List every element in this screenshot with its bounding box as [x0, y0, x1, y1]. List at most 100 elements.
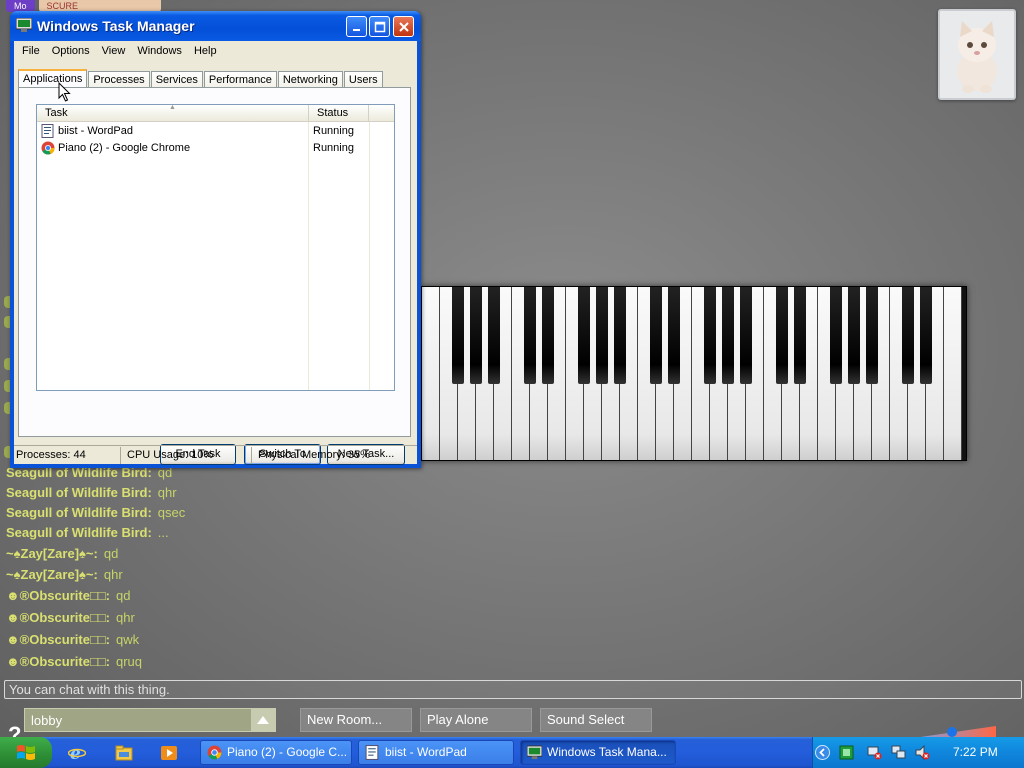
piano-black-key[interactable]	[596, 287, 608, 384]
maximize-icon	[374, 21, 385, 32]
triangle-up-icon[interactable]	[251, 709, 275, 731]
task-name: Piano (2) - Google Chrome	[58, 141, 191, 154]
status-cpu-usage: CPU Usage: 10%	[121, 446, 252, 464]
chat-line: ☻®Obscurite□□: qhr	[6, 610, 135, 625]
chrome-icon	[207, 745, 222, 760]
sort-arrow-icon: ▲	[169, 104, 176, 111]
minimize-button[interactable]	[346, 16, 367, 37]
table-row[interactable]: Piano (2) - Google Chrome Running	[37, 139, 394, 156]
piano-black-key[interactable]	[650, 287, 662, 384]
piano-black-key[interactable]	[920, 287, 932, 384]
piano-white-key[interactable]	[422, 287, 440, 460]
task-status: Running	[313, 141, 354, 154]
tray-expand-icon[interactable]	[815, 745, 830, 760]
menu-windows[interactable]: Windows	[131, 45, 188, 57]
folder-icon[interactable]	[115, 744, 133, 762]
menu-options[interactable]: Options	[46, 45, 96, 57]
piano-black-key[interactable]	[524, 287, 536, 384]
piano-black-key[interactable]	[470, 287, 482, 384]
play-alone-button[interactable]: Play Alone	[420, 708, 532, 732]
room-select[interactable]: lobby	[24, 708, 276, 732]
task-manager-window: Windows Task Manager File Options View W…	[10, 11, 421, 468]
chat-message: qhr	[157, 485, 177, 500]
system-tray: 7:22 PM	[812, 737, 1024, 768]
menu-file[interactable]: File	[16, 45, 46, 57]
sound-select-button[interactable]: Sound Select	[540, 708, 652, 732]
chat-line: ~♠Zay[Zare]♠~: qhr	[6, 567, 123, 582]
column-header-task-label: Task	[45, 107, 68, 119]
chat-username: ~♠Zay[Zare]♠~:	[6, 546, 98, 561]
chat-message: qhr	[115, 610, 135, 625]
piano-black-key[interactable]	[704, 287, 716, 384]
room-select-value: lobby	[31, 712, 63, 728]
column-divider	[308, 122, 309, 390]
task-status: Running	[313, 124, 354, 137]
piano-black-key[interactable]	[902, 287, 914, 384]
new-room-button[interactable]: New Room...	[300, 708, 412, 732]
media-player-icon[interactable]	[160, 744, 178, 762]
chat-username: Seagull of Wildlife Bird:	[6, 505, 152, 520]
start-button[interactable]	[0, 737, 52, 768]
table-row[interactable]: biist - WordPad Running	[37, 122, 394, 139]
tab-strip: Applications Processes Services Performa…	[18, 68, 384, 90]
taskbar-item-task-manager[interactable]: Windows Task Mana...	[520, 740, 676, 765]
chat-message: qruq	[115, 654, 143, 669]
maximize-button[interactable]	[369, 16, 390, 37]
chat-line: Seagull of Wildlife Bird: qsec	[6, 505, 185, 520]
list-header: ▲ Task Status	[37, 104, 394, 122]
volume-knob	[947, 727, 957, 737]
chat-input[interactable]	[4, 680, 1022, 699]
piano-black-key[interactable]	[776, 287, 788, 384]
volume-muted-icon[interactable]	[915, 745, 930, 760]
piano-keyboard[interactable]	[421, 286, 967, 461]
status-bar: Processes: 44 CPU Usage: 10% Physical Me…	[14, 445, 417, 464]
network-error-icon[interactable]	[867, 745, 882, 760]
window-title: Windows Task Manager	[37, 18, 195, 34]
window-body: File Options View Windows Help Applicati…	[14, 41, 417, 465]
windows-logo-icon	[17, 744, 35, 760]
column-header-task[interactable]: ▲ Task	[37, 104, 309, 121]
kitten-image	[957, 20, 997, 93]
taskbar-item-label: Piano (2) - Google C...	[227, 745, 348, 759]
chat-message: qwk	[115, 632, 140, 647]
chat-username: Seagull of Wildlife Bird:	[6, 525, 152, 540]
mouse-cursor-icon	[58, 82, 71, 102]
green-app-icon[interactable]	[839, 745, 854, 760]
network-connection-icon[interactable]	[891, 745, 906, 760]
piano-black-key[interactable]	[830, 287, 842, 384]
chat-username: ☻®Obscurite□□:	[6, 610, 110, 625]
chat-message: qd	[115, 588, 131, 603]
taskbar-item-wordpad[interactable]: biist - WordPad	[358, 740, 514, 765]
piano-black-key[interactable]	[488, 287, 500, 384]
piano-black-key[interactable]	[614, 287, 626, 384]
piano-black-key[interactable]	[542, 287, 554, 384]
column-header-status[interactable]: Status	[309, 105, 369, 121]
title-bar[interactable]: Windows Task Manager	[10, 11, 421, 41]
chat-username: ☻®Obscurite□□:	[6, 632, 110, 647]
status-physical-memory: Physical Memory: 35%	[258, 448, 370, 461]
chat-line: Seagull of Wildlife Bird: qhr	[6, 485, 177, 500]
applications-panel: ▲ Task Status biist - WordPad Running Pi…	[18, 87, 411, 465]
menu-help[interactable]: Help	[188, 45, 223, 57]
menu-view[interactable]: View	[96, 45, 132, 57]
piano-white-key[interactable]	[944, 287, 962, 460]
taskmgr-icon	[16, 18, 32, 32]
taskbar-item-chrome[interactable]: Piano (2) - Google C...	[200, 740, 352, 765]
piano-black-key[interactable]	[722, 287, 734, 384]
piano-black-key[interactable]	[866, 287, 878, 384]
close-button[interactable]	[393, 16, 414, 37]
piano-black-key[interactable]	[668, 287, 680, 384]
piano-black-key[interactable]	[452, 287, 464, 384]
chat-message: qhr	[103, 567, 123, 582]
chrome-icon	[41, 141, 55, 154]
task-list[interactable]: ▲ Task Status biist - WordPad Running Pi…	[36, 104, 395, 391]
cat-avatar	[938, 9, 1016, 100]
column-divider	[369, 122, 370, 390]
piano-black-key[interactable]	[848, 287, 860, 384]
piano-black-key[interactable]	[740, 287, 752, 384]
task-name: biist - WordPad	[58, 124, 133, 137]
chat-username: ☻®Obscurite□□:	[6, 588, 110, 603]
piano-black-key[interactable]	[794, 287, 806, 384]
internet-explorer-icon[interactable]: e	[68, 744, 86, 762]
piano-black-key[interactable]	[578, 287, 590, 384]
